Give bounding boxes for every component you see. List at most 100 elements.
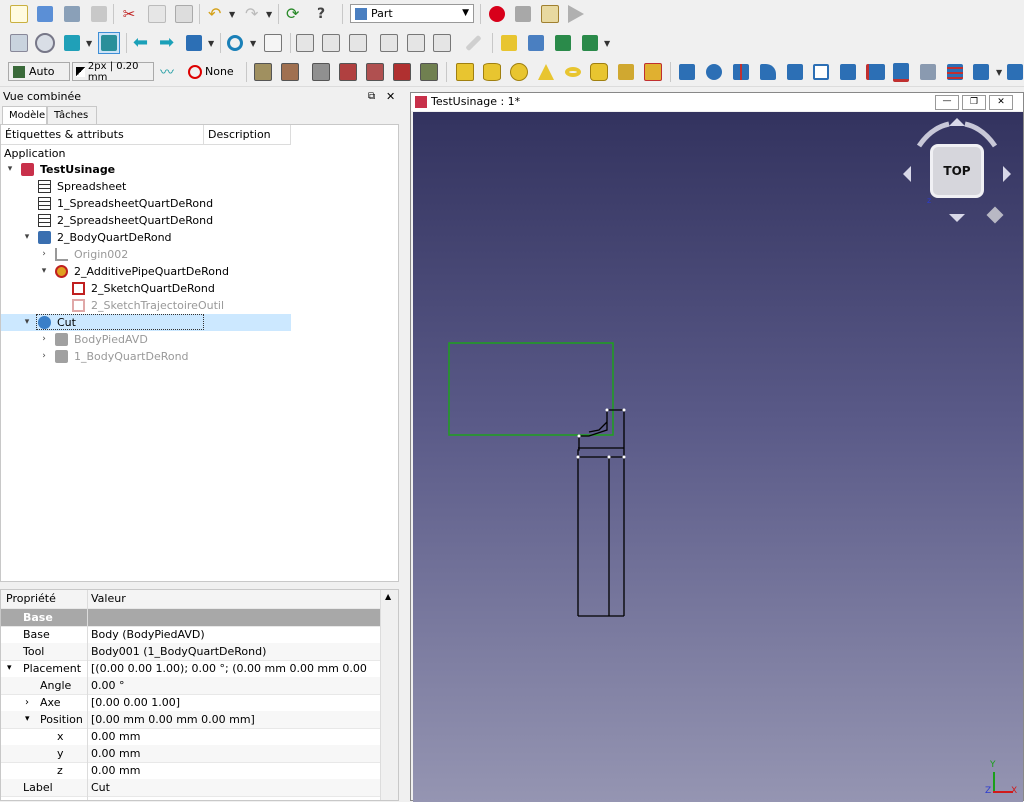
tree-item-bodypiedavd[interactable]: › BodyPiedAVD [1, 331, 291, 348]
offset-dropdown-icon[interactable]: ▼ [996, 68, 1002, 77]
property-row-tool[interactable]: Tool Body001 (1_BodyQuartDeRond) [1, 643, 381, 661]
sel-face-button[interactable] [310, 61, 332, 83]
paste-button[interactable] [173, 3, 195, 25]
property-column-divider[interactable] [87, 590, 88, 800]
draw-style-button[interactable]: Auto [8, 62, 70, 81]
sketch-rectangle[interactable] [448, 342, 614, 436]
tree-item-2-body[interactable]: ▾ 2_BodyQuartDeRond [1, 229, 291, 246]
orbit-right-arrow-icon[interactable] [1003, 166, 1011, 182]
expand-chevron-icon[interactable]: ▾ [25, 711, 30, 728]
tree-item-testusinage[interactable]: ▾ TestUsinage [1, 161, 291, 178]
3d-viewport[interactable]: TOP z Y X Z [413, 112, 1023, 802]
zoom-dropdown-icon[interactable]: ▼ [250, 39, 256, 48]
create-link-button[interactable] [552, 32, 574, 54]
tree-item-sketch-quart[interactable]: 2_SketchQuartDeRond [1, 280, 291, 297]
refresh-button[interactable]: ⟳ [283, 3, 305, 25]
part-ruled-surface-button[interactable] [837, 61, 859, 83]
undo-button[interactable]: ↶ [205, 3, 227, 25]
sel-clear-button[interactable] [364, 61, 386, 83]
property-row-placement[interactable]: ▾ Placement [(0.00 0.00 1.00); 0.00 °; (… [1, 660, 381, 692]
expand-chevron-icon[interactable]: ▾ [5, 161, 15, 178]
view-left-button[interactable] [431, 32, 453, 54]
sel-vertex-button[interactable] [252, 61, 274, 83]
navcube-face-top[interactable]: TOP [930, 144, 984, 198]
tree-item-spreadsheet[interactable]: Spreadsheet [1, 178, 291, 195]
tree-item-cut[interactable]: ▾ Cut [1, 314, 291, 331]
part-box-button[interactable] [454, 61, 476, 83]
part-primitives-button[interactable] [615, 61, 637, 83]
tree-item-1-body[interactable]: › 1_BodyQuartDeRond [1, 348, 291, 365]
restore-window-icon[interactable]: ❐ [962, 95, 986, 110]
orbit-down-arrow-icon[interactable] [949, 214, 965, 222]
property-value[interactable]: Body (BodyPiedAVD) [91, 626, 205, 643]
part-chamfer-button[interactable] [784, 61, 806, 83]
part-silhouette[interactable] [577, 409, 625, 617]
navigation-cube[interactable]: TOP z [897, 114, 1017, 234]
part-loft-button[interactable] [864, 61, 886, 83]
part-extrude-button[interactable] [676, 61, 698, 83]
property-row-base[interactable]: Base Body (BodyPiedAVD) [1, 626, 381, 644]
tab-taches[interactable]: Tâches [47, 106, 97, 124]
collapse-chevron-icon[interactable]: › [39, 348, 49, 365]
property-row-axe[interactable]: › Axe [0.00 0.00 1.00] [1, 694, 381, 712]
selection-filter-button[interactable]: None [188, 62, 242, 81]
float-panel-icon[interactable]: ⧉ [368, 88, 375, 105]
fit-all-button[interactable] [8, 32, 30, 54]
sel-preset-button[interactable] [418, 61, 440, 83]
property-row-label[interactable]: Label Cut [1, 779, 381, 797]
property-row-z[interactable]: z 0.00 mm [1, 762, 381, 780]
tree-item-sketch-trajectoire[interactable]: 2_SketchTrajectoireOutil [1, 297, 291, 314]
create-part-button[interactable] [498, 32, 520, 54]
collapse-chevron-icon[interactable]: › [39, 331, 49, 348]
property-value[interactable]: 0.00 mm [91, 762, 140, 779]
link-actions-dropdown-icon[interactable]: ▼ [604, 39, 610, 48]
property-row-y[interactable]: y 0.00 mm [1, 745, 381, 763]
macro-record-button[interactable] [486, 3, 508, 25]
scroll-up-icon[interactable]: ▲ [385, 592, 391, 601]
nav-forward-button[interactable]: ➡ [156, 32, 178, 54]
part-sphere-button[interactable] [508, 61, 530, 83]
copy-button[interactable] [146, 3, 168, 25]
tree-item-2-spreadsheet[interactable]: 2_SpreadsheetQuartDeRond [1, 212, 291, 229]
property-row-angle[interactable]: Angle 0.00 ° [1, 677, 381, 695]
undo-dropdown-icon[interactable]: ▼ [229, 10, 235, 19]
property-value[interactable]: 0.00 ° [91, 677, 125, 694]
whats-this-button[interactable]: ? [314, 3, 336, 25]
view-rear-button[interactable] [378, 32, 400, 54]
part-cylinder-button[interactable] [481, 61, 503, 83]
minimize-window-icon[interactable]: — [935, 95, 959, 110]
orbit-up-arrow-icon[interactable] [949, 118, 965, 126]
measure-zoom-button[interactable] [224, 32, 246, 54]
isometric-view-button[interactable] [61, 32, 83, 54]
rotate-ccw-arrow-icon[interactable] [916, 121, 950, 148]
tree-item-origin[interactable]: › Origin002 [1, 246, 291, 263]
view-front-button[interactable] [294, 32, 316, 54]
std-views-button[interactable] [183, 32, 205, 54]
fit-selection-button[interactable] [34, 32, 56, 54]
macro-run-button[interactable] [565, 3, 587, 25]
view-dropdown-icon[interactable]: ▼ [86, 39, 92, 48]
macro-edit-button[interactable] [539, 3, 561, 25]
redo-button[interactable]: ↷ [242, 3, 264, 25]
part-revolve-button[interactable] [703, 61, 725, 83]
close-panel-icon[interactable]: ✕ [386, 88, 395, 105]
part-section-button[interactable] [917, 61, 939, 83]
open-document-button[interactable] [34, 3, 56, 25]
part-cone-button[interactable] [535, 61, 557, 83]
part-cross-sections-button[interactable] [944, 61, 966, 83]
part-thickness-button[interactable] [1004, 61, 1024, 83]
part-fillet-button[interactable] [757, 61, 779, 83]
workbench-selector[interactable]: Part ▼ [350, 4, 474, 23]
property-value[interactable]: Body001 (1_BodyQuartDeRond) [91, 643, 266, 660]
part-torus-button[interactable] [562, 61, 584, 83]
collapse-chevron-icon[interactable]: › [39, 246, 49, 263]
part-tube-button[interactable] [588, 61, 610, 83]
cut-button[interactable]: ✂ [118, 3, 140, 25]
sel-edge-button[interactable] [279, 61, 301, 83]
expand-chevron-icon[interactable]: ▾ [22, 229, 32, 246]
property-value[interactable]: [0.00 mm 0.00 mm 0.00 mm] [91, 711, 255, 728]
part-shape-builder-button[interactable] [642, 61, 664, 83]
view-top-button[interactable] [320, 32, 342, 54]
bounding-box-button[interactable] [98, 32, 120, 54]
property-value[interactable]: [0.00 0.00 1.00] [91, 694, 180, 711]
